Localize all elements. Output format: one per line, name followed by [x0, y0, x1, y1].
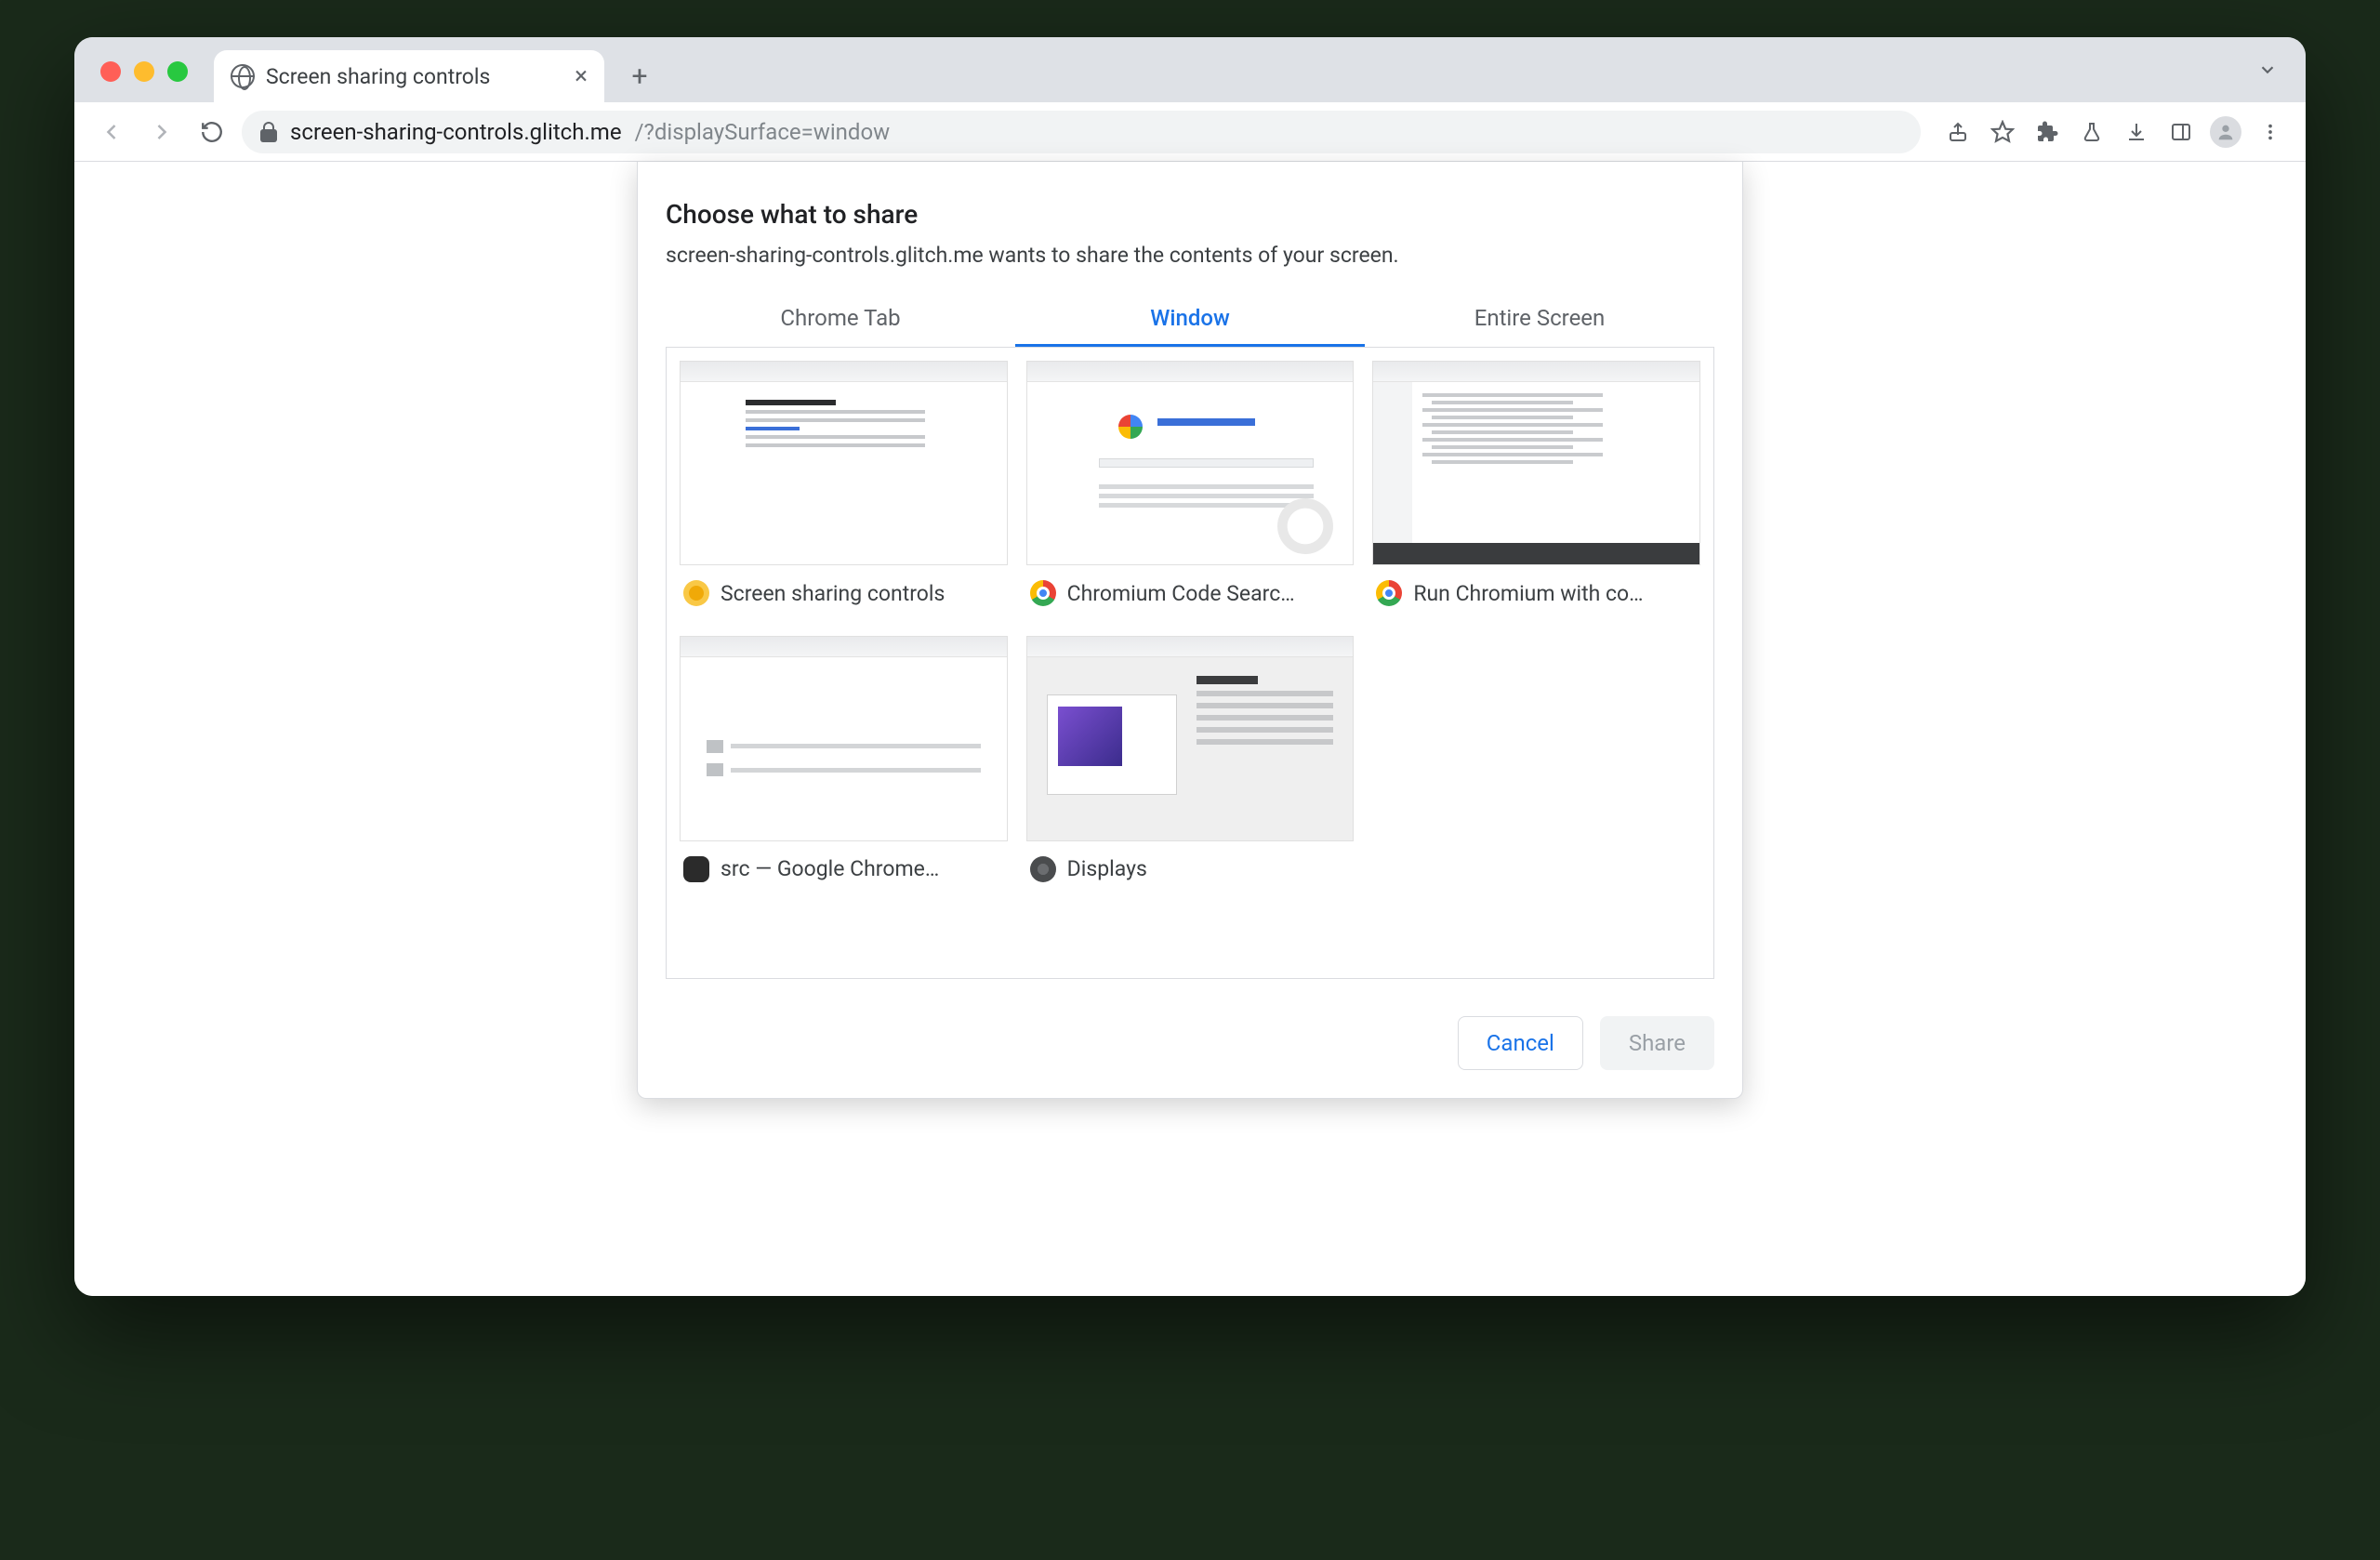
window-option[interactable]: src — Google Chrome…: [680, 636, 1008, 885]
lock-icon: [260, 122, 277, 142]
maximize-window-button[interactable]: [167, 61, 188, 82]
menu-button[interactable]: [2252, 113, 2289, 151]
page-content: Choose what to share screen-sharing-cont…: [74, 162, 2306, 1296]
toolbar: screen-sharing-controls.glitch.me /?displ…: [74, 102, 2306, 162]
terminal-icon: [683, 856, 709, 882]
window-grid: Screen sharing controls Chromium Code Se…: [680, 361, 1700, 886]
url-path: /?displaySurface=window: [635, 119, 891, 145]
modal-actions: Cancel Share: [666, 1016, 1714, 1070]
canary-icon: [683, 580, 709, 606]
window-controls: [100, 61, 188, 82]
tab-search-button[interactable]: [2257, 59, 2278, 80]
close-window-button[interactable]: [100, 61, 121, 82]
window-option[interactable]: Chromium Code Searc…: [1026, 361, 1355, 610]
window-label: src — Google Chrome…: [721, 856, 939, 881]
window-label: Displays: [1067, 856, 1147, 881]
chrome-icon: [1376, 580, 1402, 606]
downloads-icon[interactable]: [2118, 113, 2155, 151]
cancel-button[interactable]: Cancel: [1458, 1016, 1583, 1070]
tab-window[interactable]: Window: [1015, 292, 1365, 347]
toolbar-actions: [1939, 113, 2289, 151]
minimize-window-button[interactable]: [134, 61, 154, 82]
tab-entire-screen[interactable]: Entire Screen: [1365, 292, 1714, 347]
system-preferences-icon: [1030, 856, 1056, 882]
window-grid-container: Screen sharing controls Chromium Code Se…: [666, 347, 1714, 979]
window-label: Run Chromium with co…: [1413, 581, 1643, 606]
share-page-icon[interactable]: [1939, 113, 1977, 151]
forward-button[interactable]: [141, 112, 182, 152]
tab-chrome-tab[interactable]: Chrome Tab: [666, 292, 1015, 347]
window-thumbnail: [1026, 636, 1355, 840]
avatar-icon: [2210, 116, 2241, 148]
reload-button[interactable]: [192, 112, 232, 152]
window-thumbnail: [680, 636, 1008, 840]
url-host: screen-sharing-controls.glitch.me: [290, 119, 622, 145]
address-bar[interactable]: screen-sharing-controls.glitch.me /?displ…: [242, 111, 1921, 153]
bookmark-icon[interactable]: [1984, 113, 2021, 151]
tab-strip: Screen sharing controls × +: [74, 37, 2306, 102]
window-thumbnail: [1026, 361, 1355, 565]
window-thumbnail: [1372, 361, 1700, 565]
window-option[interactable]: Screen sharing controls: [680, 361, 1008, 610]
side-panel-icon[interactable]: [2162, 113, 2200, 151]
browser-tab[interactable]: Screen sharing controls ×: [214, 50, 604, 102]
window-option[interactable]: Displays: [1026, 636, 1355, 885]
back-button[interactable]: [91, 112, 132, 152]
window-label: Screen sharing controls: [721, 581, 945, 606]
labs-icon[interactable]: [2073, 113, 2110, 151]
extensions-icon[interactable]: [2029, 113, 2066, 151]
modal-subtitle: screen-sharing-controls.glitch.me wants …: [666, 243, 1714, 268]
screen-share-picker: Choose what to share screen-sharing-cont…: [637, 162, 1743, 1099]
chrome-icon: [1030, 580, 1056, 606]
window-option[interactable]: Run Chromium with co…: [1372, 361, 1700, 610]
share-button[interactable]: Share: [1600, 1016, 1714, 1070]
browser-window: Screen sharing controls × + screen-shari…: [74, 37, 2306, 1296]
profile-button[interactable]: [2207, 113, 2244, 151]
window-thumbnail: [680, 361, 1008, 565]
close-tab-button[interactable]: ×: [575, 64, 588, 88]
window-label: Chromium Code Searc…: [1067, 581, 1295, 606]
globe-icon: [231, 64, 255, 88]
share-type-tabs: Chrome Tab Window Entire Screen: [666, 292, 1714, 348]
tab-title: Screen sharing controls: [266, 64, 490, 89]
new-tab-button[interactable]: +: [617, 54, 662, 99]
modal-title: Choose what to share: [666, 199, 1714, 230]
